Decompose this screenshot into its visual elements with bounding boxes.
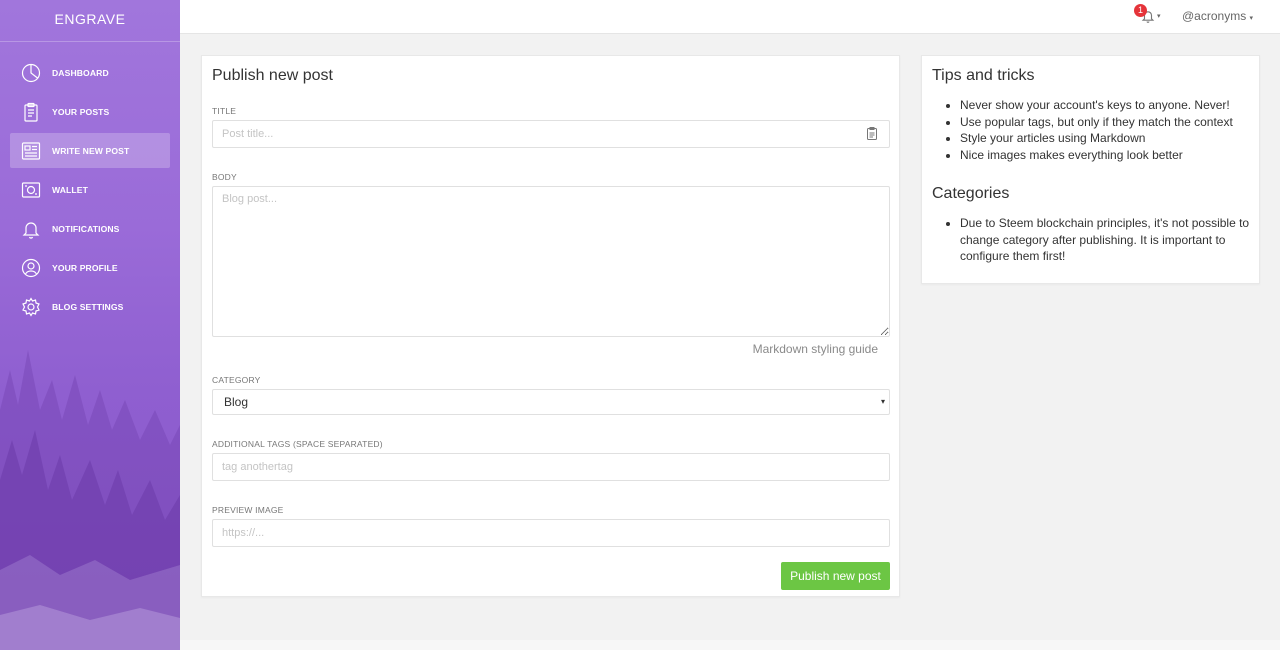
page-title: Publish new post (212, 67, 333, 84)
user-menu-dropdown[interactable]: @acronyms ▾ (1182, 9, 1253, 23)
tips-list: Never show your account's keys to anyone… (960, 97, 1250, 164)
pie-chart-icon (20, 62, 42, 84)
categories-title: Categories (932, 185, 1010, 202)
bell-icon (20, 218, 42, 240)
body-label: BODY (212, 172, 237, 182)
sidebar-item-label: WRITE NEW POST (52, 145, 130, 156)
clipboard-icon[interactable] (867, 127, 877, 140)
tips-card: Tips and tricks Never show your account'… (921, 55, 1260, 284)
top-bar: 1 ▾ @acronyms ▾ (180, 0, 1280, 34)
footer (180, 640, 1280, 650)
list-item: Nice images makes everything look better (960, 147, 1250, 164)
user-circle-icon (20, 257, 42, 279)
markdown-guide-link[interactable]: Markdown styling guide (753, 342, 878, 356)
sidebar-nav: DASHBOARD YOUR POSTS WRITE NEW POST WALL… (0, 42, 180, 324)
chevron-down-icon: ▾ (880, 397, 885, 406)
sidebar-item-label: YOUR PROFILE (52, 262, 118, 273)
category-label: CATEGORY (212, 375, 261, 385)
list-item: Never show your account's keys to anyone… (960, 97, 1250, 114)
sidebar-item-blog-settings[interactable]: BLOG SETTINGS (10, 289, 170, 324)
sidebar-item-label: DASHBOARD (52, 67, 109, 78)
categories-list: Due to Steem blockchain principles, it's… (960, 215, 1250, 265)
sidebar-item-your-posts[interactable]: YOUR POSTS (10, 94, 170, 129)
body-textarea[interactable] (212, 186, 890, 337)
publish-button[interactable]: Publish new post (781, 562, 890, 590)
sidebar-item-write-new-post[interactable]: WRITE NEW POST (10, 133, 170, 168)
tags-label: ADDITIONAL TAGS (SPACE SEPARATED) (212, 439, 383, 449)
list-item: Use popular tags, but only if they match… (960, 114, 1250, 131)
clipboard-icon (20, 101, 42, 123)
gear-icon (20, 296, 42, 318)
category-selected-value: Blog (224, 395, 249, 409)
chevron-down-icon: ▾ (1157, 13, 1161, 20)
list-item: Style your articles using Markdown (960, 130, 1250, 147)
sidebar-item-label: BLOG SETTINGS (52, 301, 124, 312)
list-item: Due to Steem blockchain principles, it's… (960, 215, 1250, 265)
sidebar-item-your-profile[interactable]: YOUR PROFILE (10, 250, 170, 285)
sidebar-item-label: WALLET (52, 184, 88, 195)
tips-title: Tips and tricks (932, 67, 1035, 84)
forest-background-image (0, 350, 180, 650)
sidebar-item-notifications[interactable]: NOTIFICATIONS (10, 211, 170, 246)
sidebar: ENGRAVE DASHBOARD YOUR POSTS WRITE NEW P… (0, 0, 180, 650)
newspaper-icon (20, 140, 42, 162)
title-field-wrap (202, 120, 901, 148)
brand-logo[interactable]: ENGRAVE (0, 0, 180, 42)
notifications-dropdown[interactable]: 1 ▾ (1134, 4, 1164, 28)
tags-input[interactable] (212, 453, 890, 481)
chevron-down-icon: ▾ (1249, 15, 1254, 22)
category-select[interactable]: Blog ▾ (212, 389, 890, 415)
preview-image-label: PREVIEW IMAGE (212, 505, 284, 515)
publish-post-card: Publish new post TITLE BODY Markdown sty… (201, 55, 900, 597)
sidebar-item-label: NOTIFICATIONS (52, 223, 120, 234)
notification-count-badge: 1 (1134, 4, 1147, 17)
preview-image-input[interactable] (212, 519, 890, 547)
title-input[interactable] (212, 120, 890, 148)
sidebar-item-wallet[interactable]: WALLET (10, 172, 170, 207)
username: @acronyms (1182, 9, 1247, 23)
wallet-icon (20, 179, 42, 201)
sidebar-item-dashboard[interactable]: DASHBOARD (10, 55, 170, 90)
sidebar-item-label: YOUR POSTS (52, 106, 110, 117)
title-label: TITLE (212, 106, 237, 116)
